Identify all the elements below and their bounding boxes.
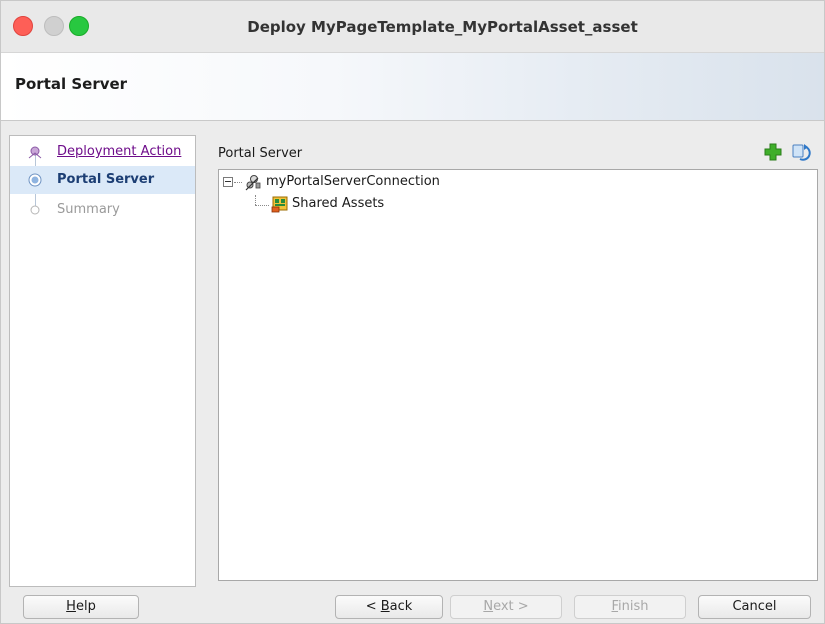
tree-connector xyxy=(255,195,256,205)
page-title: Portal Server xyxy=(15,75,128,93)
step-portal-server[interactable]: Portal Server xyxy=(10,166,195,194)
cancel-button[interactable]: Cancel xyxy=(698,595,811,619)
next-button[interactable]: Next > xyxy=(450,595,562,619)
step-navigator: Deployment Action Portal Server Summary xyxy=(9,135,196,587)
panel-label: Portal Server xyxy=(218,146,303,161)
tree-node-label[interactable]: Shared Assets xyxy=(292,194,384,214)
tree-connector xyxy=(234,182,242,183)
window-title: Deploy MyPageTemplate_MyPortalAsset_asse… xyxy=(247,18,638,36)
page-header-banner: Portal Server xyxy=(1,53,824,121)
refresh-icon[interactable] xyxy=(791,142,811,162)
help-label-rest: elp xyxy=(75,599,96,614)
step-summary: Summary xyxy=(10,196,195,224)
help-button[interactable]: Help xyxy=(23,595,139,619)
deploy-dialog-window: Deploy MyPageTemplate_MyPortalAsset_asse… xyxy=(0,0,825,624)
help-mnemonic: H xyxy=(66,599,76,614)
shared-assets-icon xyxy=(271,196,288,213)
step-label: Portal Server xyxy=(57,172,155,187)
finish-button[interactable]: Finish xyxy=(574,595,686,619)
back-label-prefix: < xyxy=(365,599,381,614)
back-label-rest: ack xyxy=(389,599,413,614)
visited-step-icon xyxy=(28,146,42,159)
connection-icon xyxy=(245,175,261,191)
next-label-rest: ext > xyxy=(493,599,529,614)
back-mnemonic: B xyxy=(380,599,390,614)
collapse-toggle-icon[interactable] xyxy=(223,177,233,187)
finish-label-rest: inish xyxy=(618,599,649,614)
back-button[interactable]: < Back xyxy=(335,595,443,619)
next-mnemonic: N xyxy=(483,599,494,614)
pending-step-icon xyxy=(30,205,40,215)
step-label[interactable]: Deployment Action xyxy=(57,144,181,159)
tree-connector xyxy=(255,205,269,206)
step-label: Summary xyxy=(57,202,120,217)
step-deployment-action[interactable]: Deployment Action xyxy=(10,138,195,166)
current-step-icon xyxy=(28,173,42,187)
title-bar[interactable]: Deploy MyPageTemplate_MyPortalAsset_asse… xyxy=(1,1,824,53)
portal-server-tree[interactable]: myPortalServerConnection Shared Assets xyxy=(218,169,818,581)
tree-node-label[interactable]: myPortalServerConnection xyxy=(266,172,440,192)
add-connection-icon[interactable] xyxy=(763,142,783,162)
